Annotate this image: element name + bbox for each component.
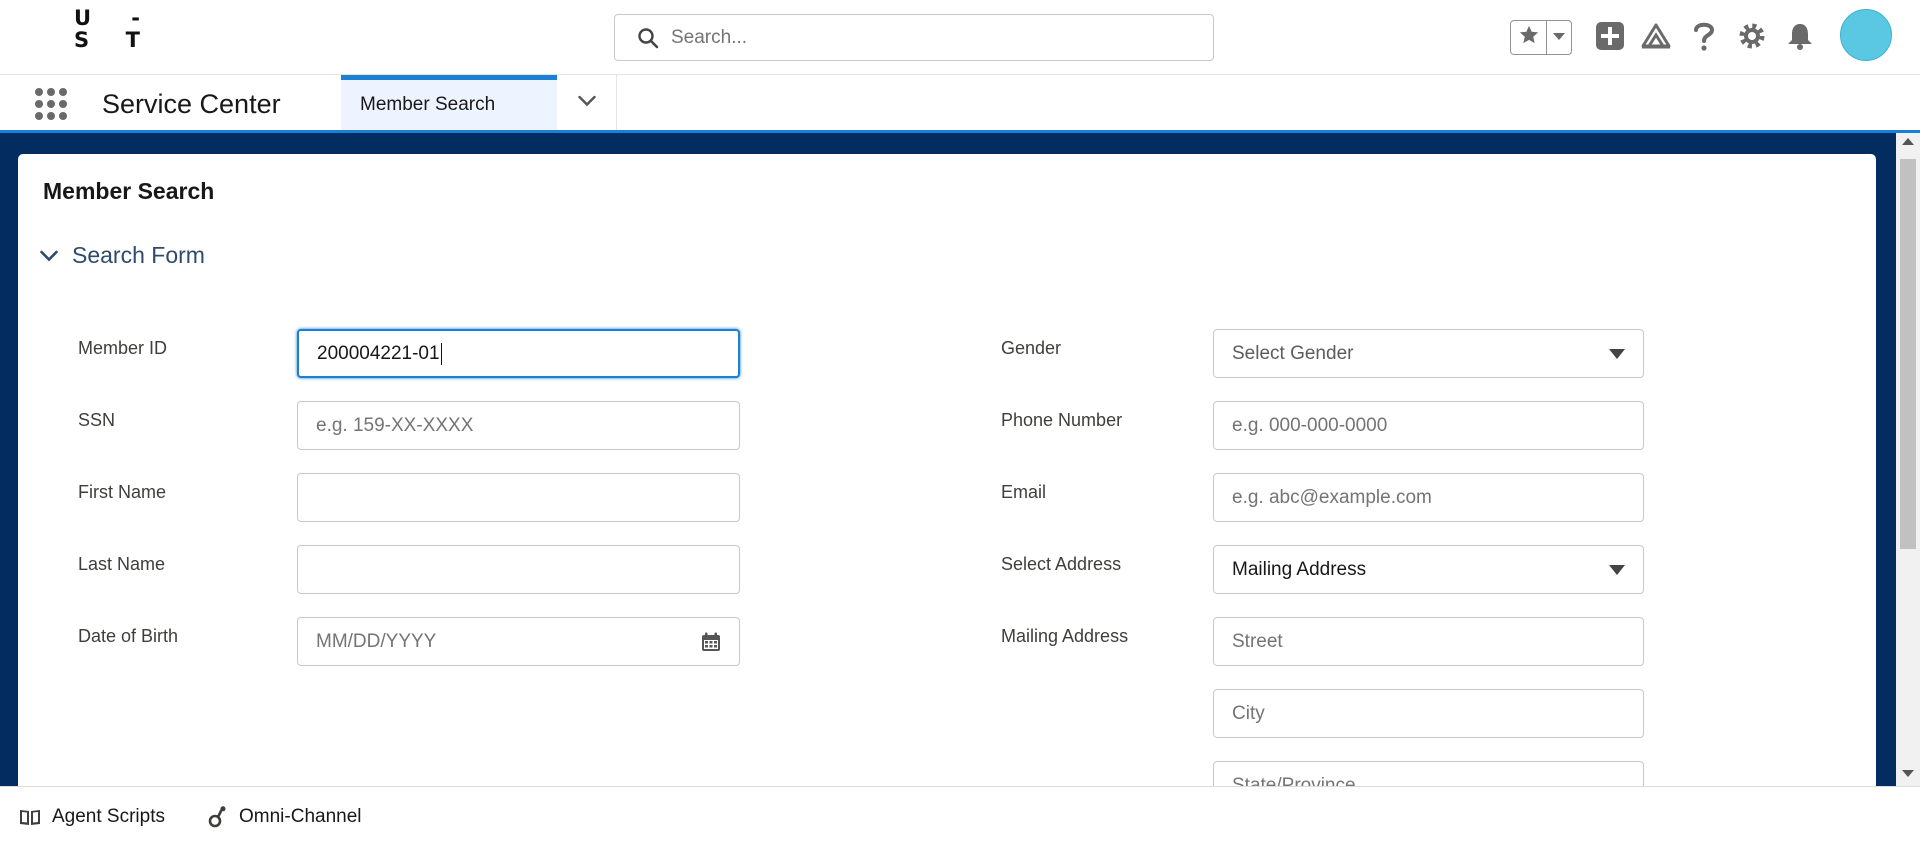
global-header: U- ST [0, 0, 1920, 75]
global-search-input[interactable] [671, 26, 1213, 49]
member-id-label: Member ID [78, 338, 168, 358]
dob-label: Date of Birth [78, 626, 179, 646]
trailhead-button[interactable] [1640, 22, 1672, 54]
app-name: Service Center [102, 89, 281, 119]
help-button[interactable] [1688, 22, 1720, 54]
page-title: Member Search [43, 178, 215, 204]
favorites-star-button[interactable] [1511, 21, 1547, 54]
chevron-down-icon [1609, 330, 1625, 377]
last-name-input[interactable] [297, 545, 740, 594]
member-id-value: 200004221-01 [317, 342, 440, 364]
chevron-down-icon [1552, 29, 1566, 47]
tab-label: Member Search [360, 94, 496, 115]
trailhead-icon [1640, 21, 1672, 56]
star-icon [1518, 24, 1540, 51]
user-avatar[interactable] [1840, 9, 1892, 61]
city-input[interactable]: City [1213, 689, 1644, 738]
email-input[interactable]: e.g. abc@example.com [1213, 473, 1644, 522]
first-name-input[interactable] [297, 473, 740, 522]
tab-member-search[interactable]: Member Search [341, 75, 557, 130]
city-placeholder: City [1232, 702, 1265, 724]
phone-placeholder: e.g. 000-000-0000 [1232, 414, 1388, 436]
agent-scripts-button[interactable]: Agent Scripts [18, 805, 165, 829]
agent-scripts-label: Agent Scripts [52, 805, 165, 827]
address-type-value: Mailing Address [1232, 558, 1367, 580]
first-name-label: First Name [78, 482, 167, 502]
gender-label: Gender [1001, 338, 1062, 358]
ssn-input[interactable]: e.g. 159-XX-XXXX [297, 401, 740, 450]
utility-bar: Agent Scripts Omni-Channel [0, 786, 1920, 846]
search-form-section-toggle[interactable]: Search Form [38, 242, 205, 269]
app-launcher-button[interactable] [35, 88, 67, 120]
scroll-up-arrow-icon[interactable] [1896, 137, 1920, 151]
text-cursor [440, 342, 442, 365]
chevron-down-icon [577, 94, 596, 112]
member-search-card: Member Search Search Form Member ID 2000… [18, 154, 1876, 786]
chevron-down-icon [1609, 546, 1625, 593]
page-scrollbar[interactable] [1896, 133, 1920, 786]
setup-button[interactable] [1736, 22, 1768, 54]
ust-logo[interactable]: U- ST [74, 7, 140, 51]
street-input[interactable]: Street [1213, 617, 1644, 666]
select-address-label: Select Address [1001, 554, 1122, 574]
omni-channel-label: Omni-Channel [239, 805, 362, 827]
section-title: Search Form [72, 242, 205, 268]
scroll-down-arrow-icon[interactable] [1896, 768, 1920, 782]
street-placeholder: Street [1232, 630, 1283, 652]
state-input[interactable]: State/Province [1213, 761, 1644, 786]
mailing-address-label: Mailing Address [1001, 626, 1129, 646]
omni-channel-icon [205, 805, 229, 829]
favorites-button-group [1510, 20, 1572, 55]
phone-label: Phone Number [1001, 410, 1123, 430]
search-icon [637, 26, 661, 50]
phone-input[interactable]: e.g. 000-000-0000 [1213, 401, 1644, 450]
state-placeholder: State/Province [1232, 774, 1356, 787]
add-icon [1595, 21, 1625, 56]
bell-icon [1786, 21, 1814, 56]
notifications-button[interactable] [1784, 22, 1816, 54]
help-icon [1691, 20, 1717, 57]
navigation-bar: Service Center Member Search [0, 75, 1920, 133]
gender-placeholder: Select Gender [1232, 342, 1354, 364]
global-actions-button[interactable] [1594, 21, 1626, 56]
dob-input[interactable]: MM/DD/YYYY [297, 617, 740, 666]
book-icon [18, 805, 42, 829]
gender-select[interactable]: Select Gender [1213, 329, 1644, 378]
gear-icon [1737, 21, 1767, 56]
scrollbar-thumb[interactable] [1900, 159, 1916, 549]
dob-placeholder: MM/DD/YYYY [316, 630, 437, 652]
navigation-menu-button[interactable] [557, 75, 617, 130]
ssn-placeholder: e.g. 159-XX-XXXX [316, 414, 474, 436]
favorites-dropdown-button[interactable] [1547, 21, 1571, 54]
omni-channel-button[interactable]: Omni-Channel [205, 805, 362, 829]
global-search-box[interactable] [614, 14, 1214, 61]
member-id-input[interactable]: 200004221-01 [297, 329, 740, 378]
workspace: Member Search Search Form Member ID 2000… [0, 133, 1920, 786]
chevron-down-icon [38, 245, 60, 267]
address-type-select[interactable]: Mailing Address [1213, 545, 1644, 594]
ssn-label: SSN [78, 410, 116, 430]
last-name-label: Last Name [78, 554, 166, 574]
email-label: Email [1001, 482, 1047, 502]
email-placeholder: e.g. abc@example.com [1232, 486, 1432, 508]
calendar-icon[interactable] [701, 618, 721, 665]
